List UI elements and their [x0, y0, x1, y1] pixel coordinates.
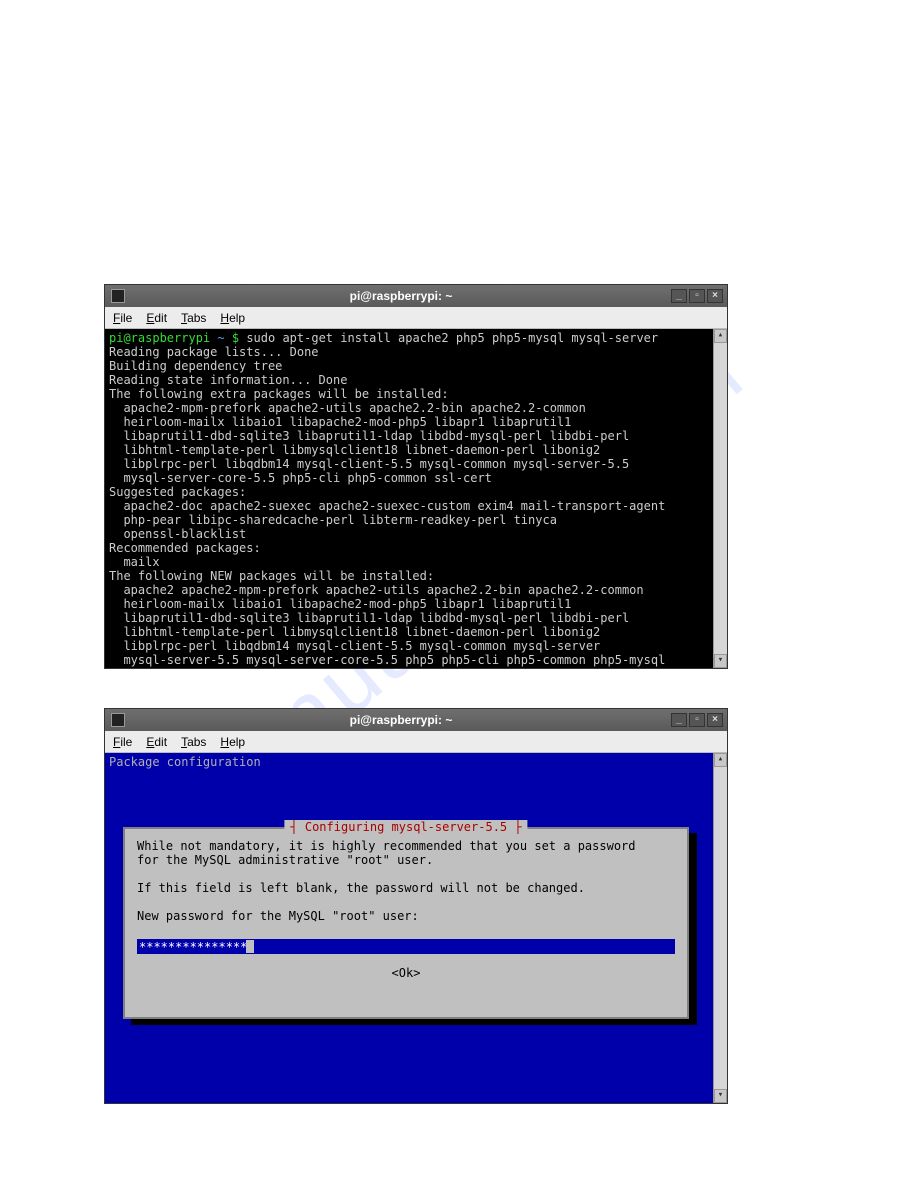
- output-line: php-pear libipc-sharedcache-perl libterm…: [109, 513, 557, 527]
- window-title: pi@raspberrypi: ~: [131, 289, 671, 303]
- terminal-app-icon: [111, 289, 125, 303]
- ncurses-screen: Package configuration ┤ Configuring mysq…: [105, 753, 727, 1103]
- menu-tabs[interactable]: Tabs: [181, 311, 206, 325]
- output-line: heirloom-mailx libaio1 libapache2-mod-ph…: [109, 415, 571, 429]
- menu-file[interactable]: File: [113, 735, 132, 749]
- close-button[interactable]: ×: [707, 713, 723, 727]
- menu-edit[interactable]: Edit: [146, 311, 167, 325]
- menu-help[interactable]: Help: [220, 735, 245, 749]
- window-title: pi@raspberrypi: ~: [131, 713, 671, 727]
- scrollbar[interactable]: ▴ ▾: [713, 753, 727, 1103]
- maximize-button[interactable]: ▫: [689, 289, 705, 303]
- password-input[interactable]: ***************: [137, 939, 675, 954]
- output-line: mysql-server-5.5 mysql-server-core-5.5 p…: [109, 653, 665, 667]
- terminal-window-1: pi@raspberrypi: ~ _ ▫ × File Edit Tabs H…: [104, 284, 728, 669]
- output-line: libhtml-template-perl libmysqlclient18 l…: [109, 443, 600, 457]
- ok-button[interactable]: <Ok>: [125, 966, 687, 980]
- menu-edit[interactable]: Edit: [146, 735, 167, 749]
- output-line: Recommended packages:: [109, 541, 261, 555]
- close-button[interactable]: ×: [707, 289, 723, 303]
- prompt-path: ~: [217, 331, 224, 345]
- dialog-body: While not mandatory, it is highly recomm…: [125, 829, 687, 933]
- output-line: The following extra packages will be ins…: [109, 387, 449, 401]
- output-line: openssl-blacklist: [109, 527, 246, 541]
- titlebar[interactable]: pi@raspberrypi: ~ _ ▫ ×: [105, 285, 727, 307]
- output-line: Suggested packages:: [109, 485, 246, 499]
- output-line: apache2-mpm-prefork apache2-utils apache…: [109, 401, 586, 415]
- output-line: Reading package lists... Done: [109, 345, 319, 359]
- output-line: apache2-doc apache2-suexec apache2-suexe…: [109, 499, 665, 513]
- prompt-symbol: $: [232, 331, 239, 345]
- menu-file[interactable]: File: [113, 311, 132, 325]
- output-line: libaprutil1-dbd-sqlite3 libaprutil1-ldap…: [109, 429, 629, 443]
- terminal-output[interactable]: pi@raspberrypi ~ $ sudo apt-get install …: [105, 329, 727, 668]
- output-line: libaprutil1-dbd-sqlite3 libaprutil1-ldap…: [109, 611, 629, 625]
- package-config-header: Package configuration: [109, 755, 261, 769]
- output-line: heirloom-mailx libaio1 libapache2-mod-ph…: [109, 597, 571, 611]
- titlebar[interactable]: pi@raspberrypi: ~ _ ▫ ×: [105, 709, 727, 731]
- prompt-user: pi@raspberrypi: [109, 331, 210, 345]
- output-line: mailx: [109, 555, 160, 569]
- menu-tabs[interactable]: Tabs: [181, 735, 206, 749]
- output-line: Building dependency tree: [109, 359, 282, 373]
- output-line: libplrpc-perl libqdbm14 mysql-client-5.5…: [109, 639, 600, 653]
- minimize-button[interactable]: _: [671, 713, 687, 727]
- text-cursor-icon: [246, 940, 254, 953]
- menubar: File Edit Tabs Help: [105, 307, 727, 329]
- menu-help[interactable]: Help: [220, 311, 245, 325]
- minimize-button[interactable]: _: [671, 289, 687, 303]
- scroll-down-icon[interactable]: ▾: [714, 654, 727, 668]
- menubar: File Edit Tabs Help: [105, 731, 727, 753]
- scroll-down-icon[interactable]: ▾: [714, 1089, 727, 1103]
- scrollbar[interactable]: ▴ ▾: [713, 329, 727, 668]
- password-mask: ***************: [139, 940, 247, 954]
- command-text: sudo apt-get install apache2 php5 php5-m…: [246, 331, 658, 345]
- terminal-app-icon: [111, 713, 125, 727]
- output-line: libplrpc-perl libqdbm14 mysql-client-5.5…: [109, 457, 629, 471]
- output-line: The following NEW packages will be insta…: [109, 569, 434, 583]
- output-line: apache2 apache2-mpm-prefork apache2-util…: [109, 583, 644, 597]
- dialog-title: ┤ Configuring mysql-server-5.5 ├: [284, 820, 527, 834]
- terminal-window-2: pi@raspberrypi: ~ _ ▫ × File Edit Tabs H…: [104, 708, 728, 1104]
- scroll-up-icon[interactable]: ▴: [714, 329, 727, 343]
- output-line: libhtml-template-perl libmysqlclient18 l…: [109, 625, 600, 639]
- maximize-button[interactable]: ▫: [689, 713, 705, 727]
- output-line: mysql-server-core-5.5 php5-cli php5-comm…: [109, 471, 492, 485]
- output-line: Reading state information... Done: [109, 373, 347, 387]
- scroll-up-icon[interactable]: ▴: [714, 753, 727, 767]
- config-dialog: ┤ Configuring mysql-server-5.5 ├ While n…: [123, 827, 689, 1019]
